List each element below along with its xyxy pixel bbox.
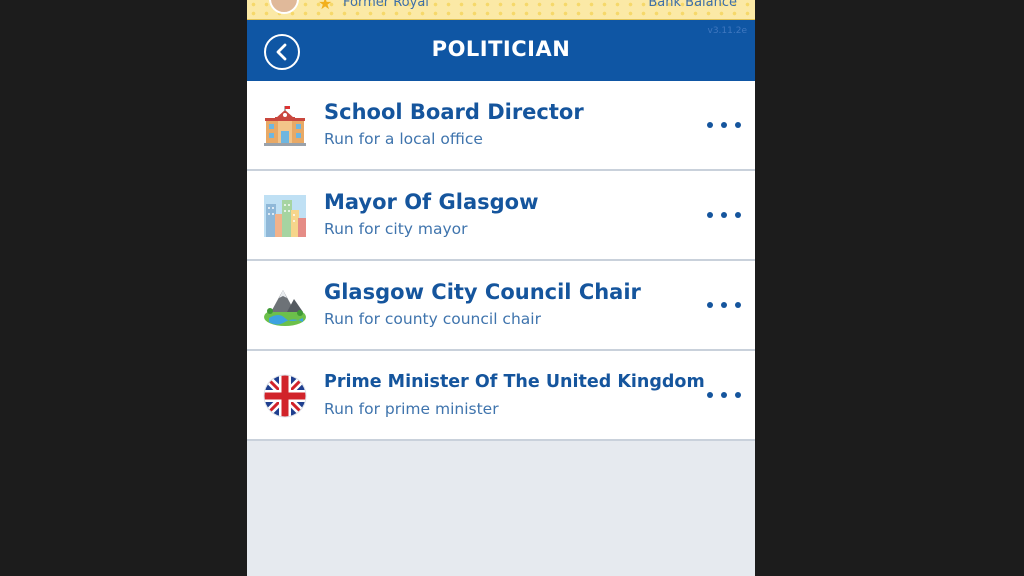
office-subtitle: Run for prime minister <box>324 400 499 418</box>
avatar[interactable] <box>269 0 299 14</box>
status-title: Former Royal <box>343 0 429 10</box>
app-screen: ★ Former Royal Bank Balance POLITICIAN v… <box>247 0 755 576</box>
office-title: Glasgow City Council Chair <box>324 280 641 304</box>
star-icon: ★ <box>318 0 333 13</box>
office-row-prime-minister[interactable]: Prime Minister Of The United Kingdom Run… <box>247 351 755 441</box>
page-title: POLITICIAN <box>431 37 571 61</box>
status-strip: ★ Former Royal Bank Balance <box>247 0 755 20</box>
uk-flag-icon <box>263 374 307 418</box>
more-options-button[interactable] <box>707 299 741 311</box>
more-options-button[interactable] <box>707 119 741 131</box>
landscape-icon <box>264 290 306 326</box>
office-subtitle: Run for city mayor <box>324 220 468 238</box>
school-icon <box>264 106 306 146</box>
version-label: v3.11.2e <box>707 26 748 36</box>
bank-balance-label: Bank Balance <box>648 0 737 10</box>
office-title: School Board Director <box>324 100 584 124</box>
city-skyline-icon <box>264 195 306 237</box>
office-row-council-chair[interactable]: Glasgow City Council Chair Run for count… <box>247 261 755 351</box>
office-row-school-board[interactable]: School Board Director Run for a local of… <box>247 81 755 171</box>
more-options-button[interactable] <box>707 209 741 221</box>
more-options-button[interactable] <box>707 389 741 401</box>
office-title: Mayor Of Glasgow <box>324 190 539 214</box>
office-list: School Board Director Run for a local of… <box>247 81 755 441</box>
header-bar: POLITICIAN v3.11.2e <box>247 20 755 81</box>
office-subtitle: Run for county council chair <box>324 310 541 328</box>
office-subtitle: Run for a local office <box>324 130 483 148</box>
office-title: Prime Minister Of The United Kingdom <box>324 372 705 392</box>
office-row-mayor[interactable]: Mayor Of Glasgow Run for city mayor <box>247 171 755 261</box>
